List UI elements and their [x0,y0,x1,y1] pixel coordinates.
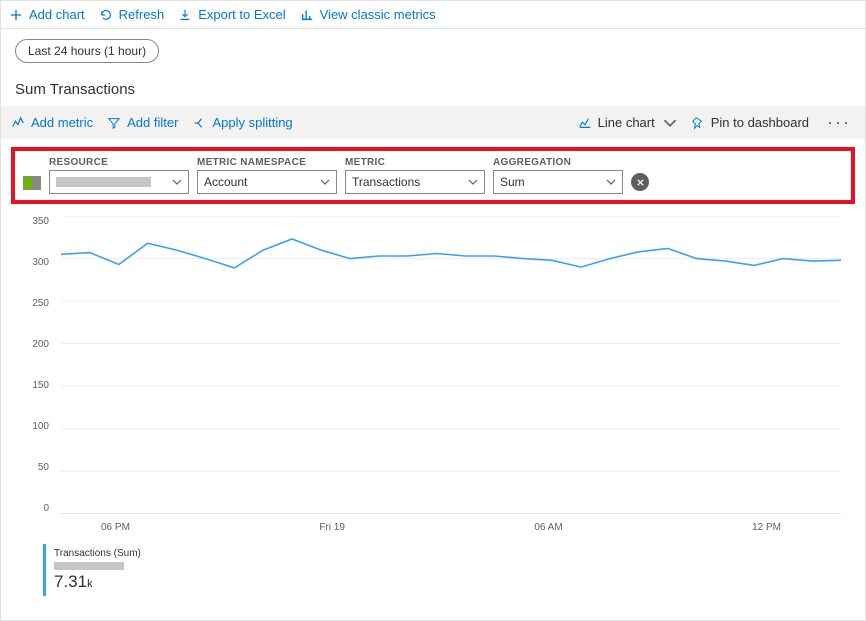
y-tick: 100 [32,421,49,432]
line-chart-svg [61,216,841,514]
time-range-row: Last 24 hours (1 hour) [1,29,865,73]
refresh-button[interactable]: Refresh [99,7,165,22]
legend-resource-masked [54,562,124,570]
add-filter-button[interactable]: Add filter [107,115,178,130]
chevron-down-icon [320,177,330,187]
classic-label: View classic metrics [320,7,436,22]
aggregation-value: Sum [500,175,525,189]
aggregation-label: AGGREGATION [493,157,623,168]
chart-area: 350 300 250 200 150 100 50 0 06 PM Fri 19 06 AM 12… [19,216,851,536]
page-title: Sum Transactions [1,73,865,106]
bar-chart-icon [300,8,314,22]
metric-icon [11,116,25,130]
export-label: Export to Excel [198,7,285,22]
chevron-down-icon [468,177,478,187]
namespace-value: Account [204,175,247,189]
legend-value-unit: k [87,578,93,590]
plus-icon [9,8,23,22]
metric-label: METRIC [345,157,485,168]
y-tick: 50 [38,462,49,473]
x-tick: 12 PM [752,522,781,536]
y-tick: 200 [32,339,49,350]
y-tick: 250 [32,298,49,309]
clear-metric-button[interactable] [631,173,649,191]
plot-area [61,216,841,514]
add-metric-button[interactable]: Add metric [11,115,93,130]
top-toolbar: Add chart Refresh Export to Excel View c… [1,1,865,29]
metric-select[interactable]: Transactions [345,170,485,194]
split-icon [192,116,206,130]
namespace-select[interactable]: Account [197,170,337,194]
filter-icon [107,116,121,130]
metric-field: METRIC Transactions [345,157,485,194]
chevron-down-icon [172,177,182,187]
chevron-down-icon [663,116,677,130]
y-axis: 350 300 250 200 150 100 50 0 [19,216,55,514]
resource-label: RESOURCE [49,157,189,168]
y-tick: 0 [43,503,49,514]
add-metric-label: Add metric [31,115,93,130]
y-tick: 150 [32,380,49,391]
y-tick: 300 [32,257,49,268]
classic-metrics-button[interactable]: View classic metrics [300,7,436,22]
add-chart-label: Add chart [29,7,85,22]
close-icon [636,178,645,187]
namespace-label: METRIC NAMESPACE [197,157,337,168]
resource-field: RESOURCE [49,157,189,194]
resource-value-masked [56,177,151,187]
y-tick: 350 [32,216,49,227]
download-icon [178,8,192,22]
resource-select[interactable] [49,170,189,194]
namespace-field: METRIC NAMESPACE Account [197,157,337,194]
add-chart-button[interactable]: Add chart [9,7,85,22]
refresh-icon [99,8,113,22]
pin-button[interactable]: Pin to dashboard [691,115,809,130]
pin-label: Pin to dashboard [711,115,809,130]
legend-value-num: 7.31 [54,572,87,591]
chevron-down-icon [606,177,616,187]
chart-type-label: Line chart [598,115,655,130]
x-tick: 06 PM [101,522,130,536]
export-button[interactable]: Export to Excel [178,7,285,22]
legend-card[interactable]: Transactions (Sum) 7.31k [43,544,847,596]
pin-icon [691,116,705,130]
metric-config-row: RESOURCE METRIC NAMESPACE Account METRIC… [11,147,855,204]
time-range-label: Last 24 hours (1 hour) [28,44,146,58]
chart-type-selector[interactable]: Line chart [578,115,677,130]
apply-splitting-label: Apply splitting [212,115,292,130]
apply-splitting-button[interactable]: Apply splitting [192,115,292,130]
refresh-label: Refresh [119,7,165,22]
x-axis: 06 PM Fri 19 06 AM 12 PM [61,518,841,536]
x-tick: Fri 19 [319,522,345,536]
metric-value: Transactions [352,175,420,189]
time-range-selector[interactable]: Last 24 hours (1 hour) [15,39,159,63]
legend-value: 7.31k [54,572,839,592]
chart-actions-bar: Add metric Add filter Apply splitting Li… [1,106,865,139]
scope-icon [23,176,41,190]
legend-series-name: Transactions (Sum) [54,548,839,559]
line-chart-icon [578,116,592,130]
aggregation-select[interactable]: Sum [493,170,623,194]
x-tick: 06 AM [534,522,562,536]
aggregation-field: AGGREGATION Sum [493,157,623,194]
add-filter-label: Add filter [127,115,178,130]
more-menu-button[interactable]: ··· [823,112,855,133]
